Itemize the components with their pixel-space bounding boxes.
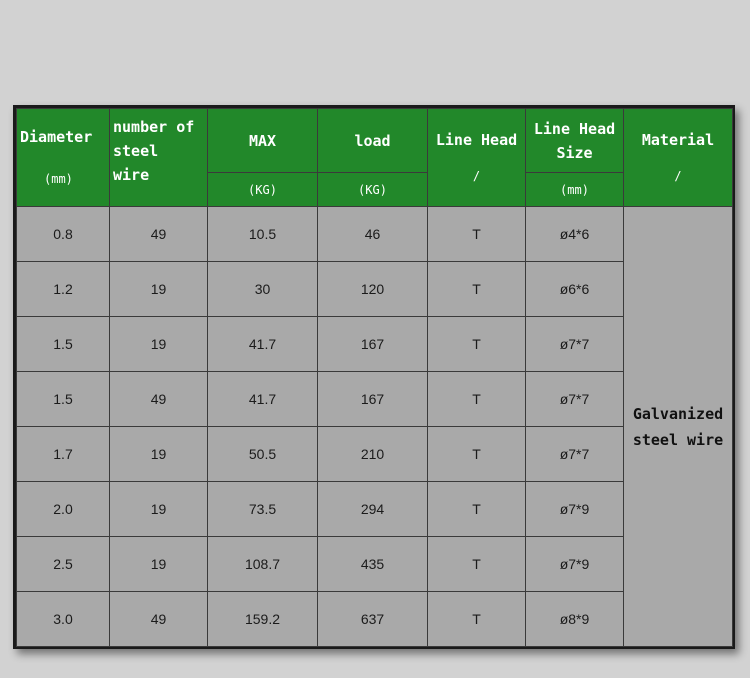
header-max: MAX xyxy=(207,108,318,173)
cell-load: 435 xyxy=(317,536,428,592)
table-row: 0.8 49 10.5 46 T ø4*6 Galvanized steel w… xyxy=(16,206,733,647)
cell-line-head: T xyxy=(427,591,526,647)
header-strands-line1: number of xyxy=(113,118,195,136)
cell-size: ø7*9 xyxy=(525,536,624,592)
cell-line-head: T xyxy=(427,261,526,317)
cell-line-head: T xyxy=(427,481,526,537)
cell-size: ø7*7 xyxy=(525,371,624,427)
cell-strands: 19 xyxy=(109,536,208,592)
cell-diameter: 0.8 xyxy=(16,206,110,262)
cell-strands: 19 xyxy=(109,316,208,372)
cell-size: ø7*7 xyxy=(525,316,624,372)
cell-strands: 49 xyxy=(109,591,208,647)
cell-strands: 19 xyxy=(109,481,208,537)
header-material: Material / xyxy=(623,108,733,207)
cell-max: 50.5 xyxy=(207,426,318,482)
cell-max: 30 xyxy=(207,261,318,317)
cell-size: ø4*6 xyxy=(525,206,624,262)
header-strands-line3: wire xyxy=(113,166,150,184)
unit-max: (KG) xyxy=(207,172,318,207)
cell-line-head: T xyxy=(427,371,526,427)
cell-load: 637 xyxy=(317,591,428,647)
cell-diameter: 1.5 xyxy=(16,371,110,427)
header-diameter-label: Diameter xyxy=(20,127,93,146)
cell-line-head: T xyxy=(427,536,526,592)
unit-material: / xyxy=(674,168,682,183)
header-line-head-size-line2: Size xyxy=(556,143,593,162)
unit-load: (KG) xyxy=(317,172,428,207)
cell-size: ø6*6 xyxy=(525,261,624,317)
cell-load: 167 xyxy=(317,371,428,427)
cell-strands: 19 xyxy=(109,426,208,482)
cell-strands: 19 xyxy=(109,261,208,317)
spec-table-frame: Diameter (mm) number of steel wire MAX l… xyxy=(13,105,735,649)
cell-load: 167 xyxy=(317,316,428,372)
cell-size: ø7*7 xyxy=(525,426,624,482)
unit-line-head: / xyxy=(472,168,481,183)
cell-diameter: 1.2 xyxy=(16,261,110,317)
cell-load: 120 xyxy=(317,261,428,317)
cell-line-head: T xyxy=(427,316,526,372)
cell-line-head: T xyxy=(427,206,526,262)
cell-load: 294 xyxy=(317,481,428,537)
header-strands-line2: steel xyxy=(113,142,159,160)
header-line-head-label: Line Head xyxy=(435,130,518,149)
cell-max: 73.5 xyxy=(207,481,318,537)
cell-size: ø7*9 xyxy=(525,481,624,537)
cell-strands: 49 xyxy=(109,206,208,262)
header-line-head: Line Head / xyxy=(427,108,526,207)
cell-size: ø8*9 xyxy=(525,591,624,647)
header-load: load xyxy=(317,108,428,173)
unit-diameter: (mm) xyxy=(44,171,73,186)
cell-diameter: 2.5 xyxy=(16,536,110,592)
cell-max: 159.2 xyxy=(207,591,318,647)
spec-table: Diameter (mm) number of steel wire MAX l… xyxy=(16,108,733,647)
cell-max: 41.7 xyxy=(207,316,318,372)
cell-load: 210 xyxy=(317,426,428,482)
cell-diameter: 1.7 xyxy=(16,426,110,482)
cell-line-head: T xyxy=(427,426,526,482)
cell-strands: 49 xyxy=(109,371,208,427)
material-line1: Galvanized xyxy=(632,404,724,423)
cell-load: 46 xyxy=(317,206,428,262)
header-material-label: Material xyxy=(641,130,715,149)
header-diameter: Diameter (mm) xyxy=(16,108,110,207)
cell-diameter: 1.5 xyxy=(16,316,110,372)
cell-diameter: 2.0 xyxy=(16,481,110,537)
material-line2: steel wire xyxy=(632,430,724,449)
header-line-head-size-line1: Line Head xyxy=(533,119,616,138)
unit-line-head-size: (mm) xyxy=(525,172,624,207)
header-line-head-size: Line Head Size xyxy=(525,108,624,173)
cell-max: 10.5 xyxy=(207,206,318,262)
cell-max: 108.7 xyxy=(207,536,318,592)
cell-diameter: 3.0 xyxy=(16,591,110,647)
header-strands: number of steel wire xyxy=(109,108,208,207)
cell-material: Galvanized steel wire xyxy=(623,206,733,647)
cell-max: 41.7 xyxy=(207,371,318,427)
